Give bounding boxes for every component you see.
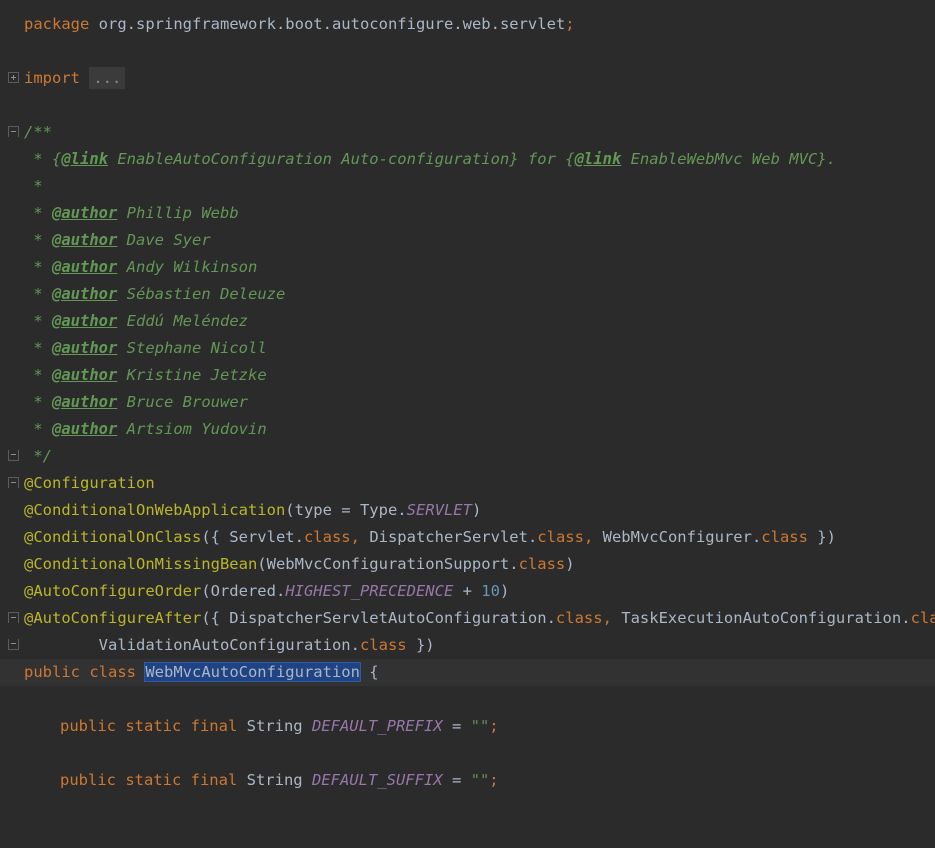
current-code-line: public class WebMvcAutoConfiguration { bbox=[0, 659, 935, 686]
fold-collapse-icon[interactable] bbox=[8, 639, 19, 650]
annotation: @Configuration bbox=[24, 474, 155, 492]
code-line: * {@link EnableAutoConfiguration Auto-co… bbox=[24, 150, 836, 168]
code-line: public static final String DEFAULT_SUFFI… bbox=[60, 771, 499, 789]
code-line: * @author Artsiom Yudovin bbox=[24, 420, 267, 438]
author-name: Andy Wilkinson bbox=[126, 258, 258, 276]
annotation: @AutoConfigureOrder bbox=[24, 582, 202, 600]
code-line: @ConditionalOnMissingBean(WebMvcConfigur… bbox=[24, 555, 575, 573]
code-line: * @author Andy Wilkinson bbox=[24, 258, 258, 276]
field-name: DEFAULT_PREFIX bbox=[311, 717, 443, 735]
keyword: import bbox=[24, 69, 80, 87]
author-name: Phillip Webb bbox=[126, 204, 239, 222]
code-line: @AutoConfigureOrder(Ordered.HIGHEST_PREC… bbox=[24, 582, 510, 600]
author-name: Dave Syer bbox=[126, 231, 211, 249]
field-name: DEFAULT_SUFFIX bbox=[311, 771, 443, 789]
code-line: ValidationAutoConfiguration.class }) bbox=[0, 632, 935, 659]
code-line: * @author Kristine Jetzke bbox=[24, 366, 267, 384]
code-line: * @author Sébastien Deleuze bbox=[24, 285, 286, 303]
author-name: Artsiom Yudovin bbox=[126, 420, 267, 438]
package-name: org.springframework.boot.autoconfigure.w… bbox=[98, 15, 566, 33]
code-line: import ... bbox=[0, 65, 935, 92]
code-line: * bbox=[24, 177, 43, 195]
code-line: * @author Dave Syer bbox=[24, 231, 211, 249]
fold-collapse-icon[interactable] bbox=[8, 450, 19, 461]
code-line: public static final String DEFAULT_PREFI… bbox=[60, 717, 499, 735]
code-line: * @author Stephane Nicoll bbox=[24, 339, 267, 357]
annotation: @ConditionalOnMissingBean bbox=[24, 555, 258, 573]
code-line: @ConditionalOnClass({ Servlet.class, Dis… bbox=[24, 528, 836, 546]
selected-class-name[interactable]: WebMvcAutoConfiguration bbox=[144, 662, 361, 682]
code-editor[interactable]: package org.springframework.boot.autocon… bbox=[0, 0, 935, 802]
author-name: Kristine Jetzke bbox=[126, 366, 267, 384]
keyword: public class bbox=[24, 663, 146, 681]
code-line: * @author Eddú Meléndez bbox=[24, 312, 248, 330]
fold-collapse-icon[interactable] bbox=[8, 477, 19, 488]
author-name: Stephane Nicoll bbox=[126, 339, 267, 357]
code-line: /** bbox=[0, 119, 935, 146]
folded-imports[interactable]: ... bbox=[89, 67, 126, 89]
annotation: @ConditionalOnWebApplication bbox=[24, 501, 286, 519]
fold-expand-icon[interactable] bbox=[8, 72, 19, 83]
code-line: * @author Bruce Brouwer bbox=[24, 393, 248, 411]
code-line: @ConditionalOnWebApplication(type = Type… bbox=[24, 501, 482, 519]
code-line: @Configuration bbox=[0, 470, 935, 497]
annotation: @AutoConfigureAfter bbox=[24, 609, 202, 627]
author-name: Sébastien Deleuze bbox=[126, 285, 286, 303]
code-line: * @author Phillip Webb bbox=[24, 204, 239, 222]
fold-collapse-icon[interactable] bbox=[8, 612, 19, 623]
author-name: Bruce Brouwer bbox=[126, 393, 248, 411]
fold-collapse-icon[interactable] bbox=[8, 126, 19, 137]
author-name: Eddú Meléndez bbox=[126, 312, 248, 330]
code-line: */ bbox=[0, 443, 935, 470]
keyword: package bbox=[24, 15, 90, 33]
annotation: @ConditionalOnClass bbox=[24, 528, 202, 546]
code-line: @AutoConfigureAfter({ DispatcherServletA… bbox=[0, 605, 935, 632]
code-line: package org.springframework.boot.autocon… bbox=[24, 15, 575, 33]
